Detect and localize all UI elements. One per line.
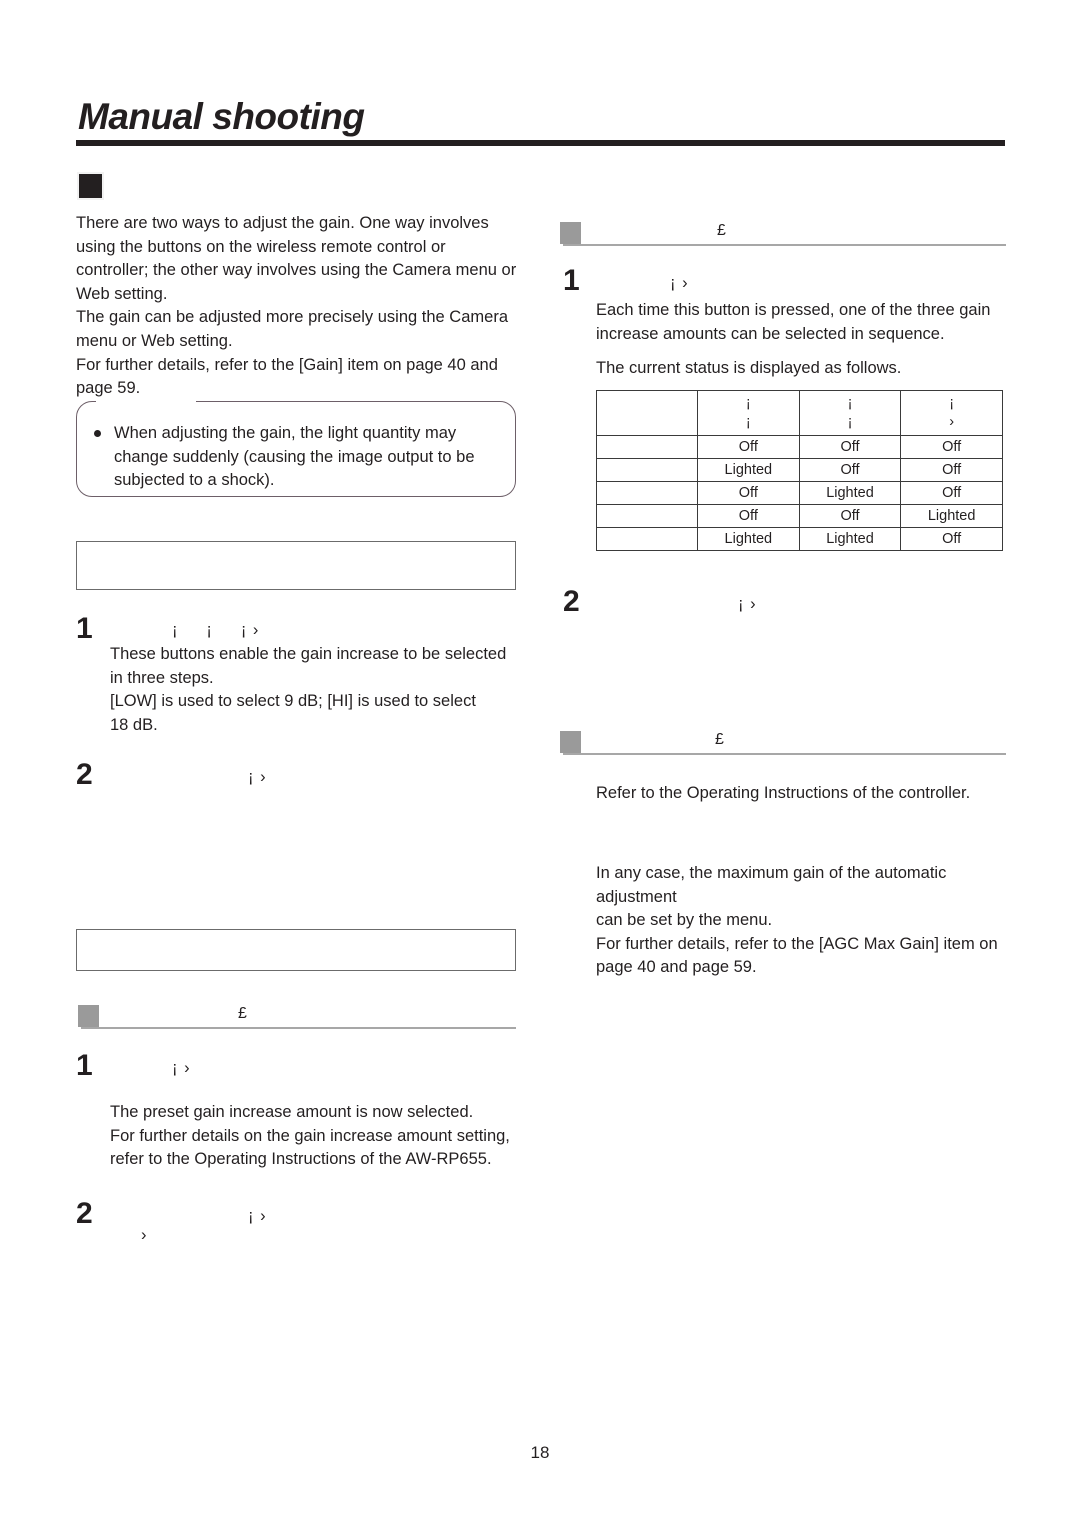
status-header-line1: ¡ [847, 395, 853, 411]
left-subheading-ghost-label: £ [238, 1005, 247, 1022]
right-closing-paragraph: In any case, the maximum gain of the aut… [596, 864, 998, 977]
status-row-1-label [596, 458, 698, 482]
status-header-line2: › [949, 414, 955, 430]
status-table-caption: The current status is displayed as follo… [596, 359, 902, 377]
left2-step-2-number: 2 [76, 1197, 93, 1230]
right-step-2-ghost-label: ¡ › [738, 595, 757, 613]
gray-square-icon [560, 731, 581, 753]
status-row-3-cell-0: Off [697, 504, 800, 528]
right-step-1-body: Each time this button is pressed, one of… [596, 301, 991, 343]
left-empty-box-2 [76, 929, 516, 971]
status-row-4-cell-1: Lighted [798, 527, 902, 551]
table-row: Off Off Lighted [596, 504, 1003, 528]
status-row-1-cell-0: Lighted [697, 458, 800, 482]
status-header-line2: ¡ [847, 414, 853, 430]
left-step-1-body: These buttons enable the gain increase t… [110, 645, 507, 734]
status-table-header-cell-1: ¡ ¡ [697, 390, 800, 436]
left2-step-2-ghost-label: ¡ › [248, 1207, 267, 1225]
left-step-1-number: 1 [76, 612, 93, 645]
status-row-2-cell-0: Off [697, 481, 800, 505]
status-header-line1: ¡ [745, 395, 751, 411]
status-header-line2: ¡ [745, 414, 751, 430]
right-subheading-2-ghost-label: £ [715, 731, 724, 748]
status-table-header-cell-3: ¡ › [900, 390, 1003, 436]
status-row-0-label [596, 435, 698, 459]
status-row-2-cell-2: Off [900, 481, 1003, 505]
status-row-3-cell-2: Lighted [900, 504, 1003, 528]
status-header-line1: ¡ [949, 395, 955, 411]
left-step-1-ghost-label: ¡ ¡ ¡ › [172, 621, 260, 639]
note-bullet-icon [94, 430, 101, 437]
right-subheading-2-rule [563, 753, 1006, 755]
status-table-header-cell-2: ¡ ¡ [798, 390, 902, 436]
note-text: When adjusting the gain, the light quant… [114, 424, 475, 490]
status-row-2-cell-1: Lighted [798, 481, 902, 505]
note-box-title-gap [96, 399, 196, 403]
left2-step-2-ghost-label-2: › [141, 1226, 148, 1244]
page-title: Manual shooting [78, 96, 365, 137]
table-row: Lighted Lighted Off [596, 527, 1003, 551]
status-row-3-label [596, 504, 698, 528]
status-row-0-cell-0: Off [697, 435, 800, 459]
status-row-4-cell-0: Lighted [697, 527, 800, 551]
status-table-header-row: ¡ ¡ ¡ ¡ ¡ › [596, 390, 1003, 436]
left2-step-1-ghost-label: ¡ › [172, 1059, 191, 1077]
status-table-header-cell-0 [596, 390, 698, 436]
left2-step-1-body: The preset gain increase amount is now s… [110, 1103, 510, 1169]
status-row-2-label [596, 481, 698, 505]
status-row-3-cell-1: Off [798, 504, 902, 528]
left-step-2-number: 2 [76, 758, 93, 791]
right-subheading-1-ghost-label: £ [717, 222, 726, 239]
left-empty-box-1 [76, 541, 516, 590]
table-row: Lighted Off Off [596, 458, 1003, 482]
left-subheading-rule [81, 1027, 516, 1029]
gray-square-icon [560, 222, 581, 244]
intro-paragraph: There are two ways to adjust the gain. O… [76, 214, 517, 398]
right-step-2-number: 2 [563, 585, 580, 618]
table-row: Off Off Off [596, 435, 1003, 459]
page-title-rule [76, 140, 1005, 146]
status-row-1-cell-1: Off [798, 458, 902, 482]
status-row-0-cell-1: Off [798, 435, 902, 459]
left2-step-1-number: 1 [76, 1049, 93, 1082]
section-marker-icon [77, 172, 104, 200]
right-step-1-ghost-label: ¡ › [670, 274, 689, 292]
gray-square-icon [78, 1005, 99, 1027]
status-row-1-cell-2: Off [900, 458, 1003, 482]
page-number: 18 [530, 1443, 550, 1462]
right-subheading-1-rule [563, 244, 1006, 246]
status-row-4-cell-2: Off [900, 527, 1003, 551]
left-step-2-ghost-label: ¡ › [248, 768, 267, 786]
right-section-2-body: Refer to the Operating Instructions of t… [596, 784, 971, 802]
status-row-0-cell-2: Off [900, 435, 1003, 459]
right-step-1-number: 1 [563, 264, 580, 297]
status-row-4-label [596, 527, 698, 551]
status-table: ¡ ¡ ¡ ¡ ¡ › Off Off Off Lighted Off Off [596, 390, 1003, 551]
table-row: Off Lighted Off [596, 481, 1003, 505]
